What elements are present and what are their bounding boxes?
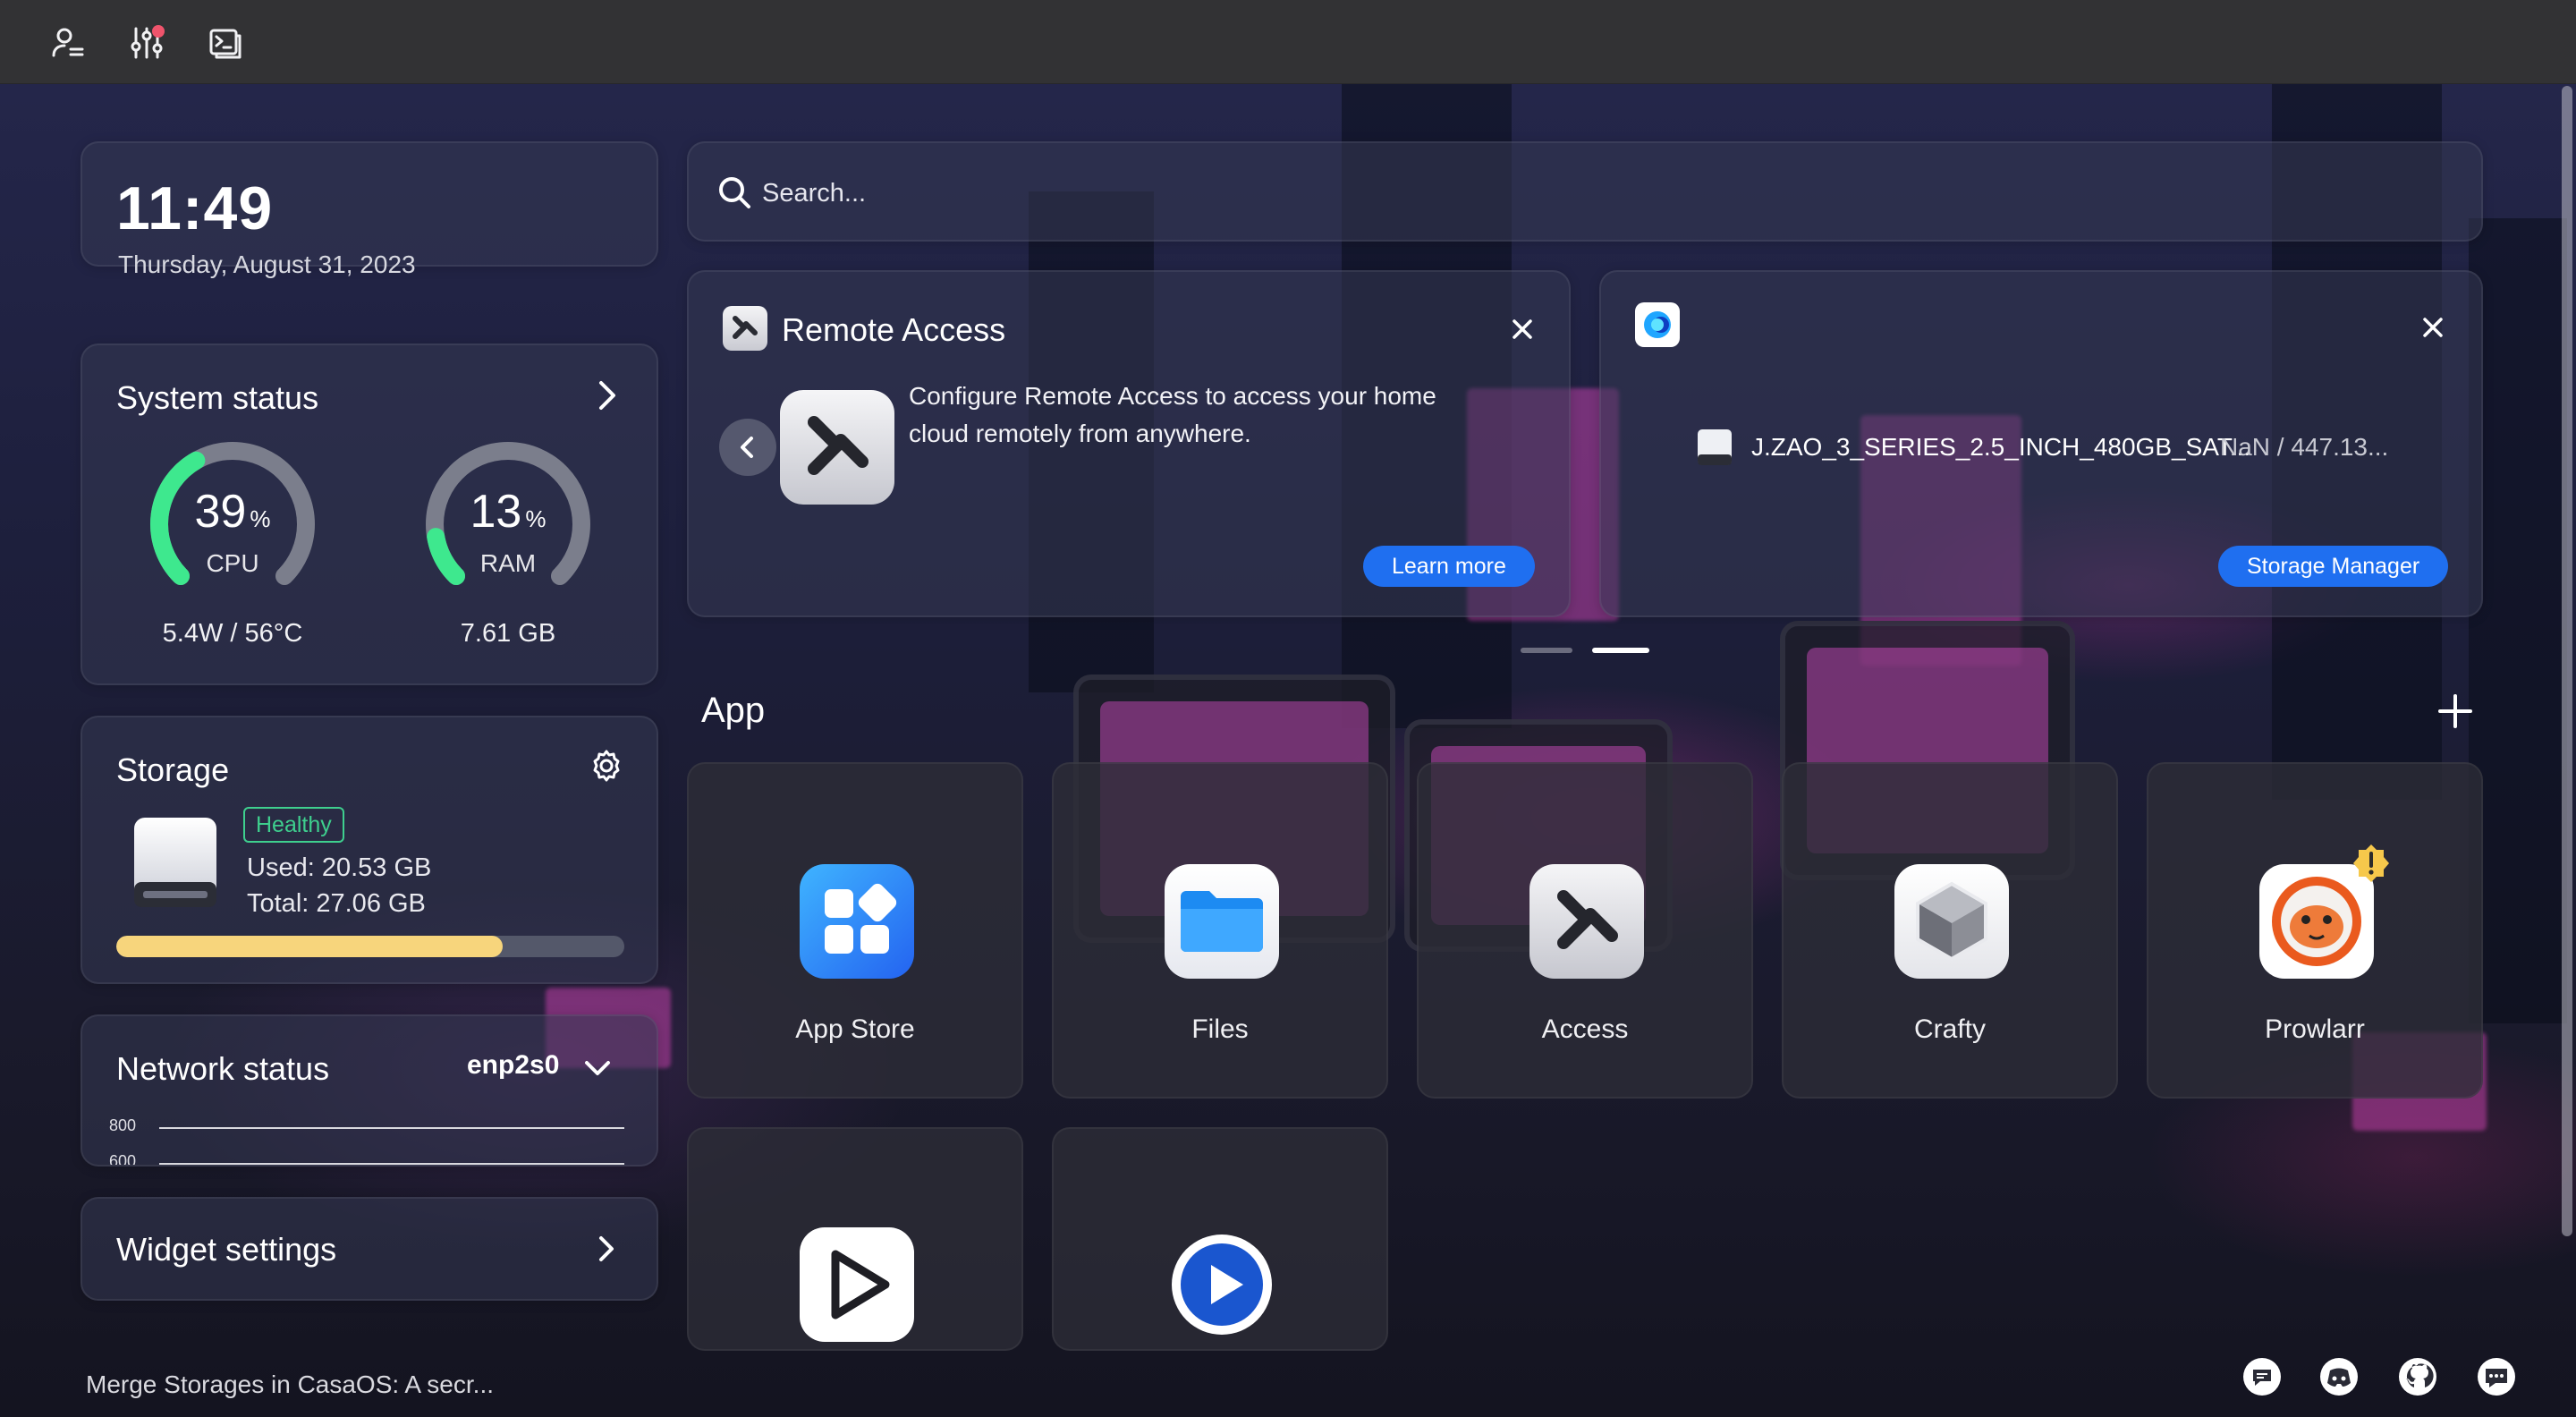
widget-settings-card[interactable]: Widget settings <box>80 1197 658 1301</box>
chevron-right-icon[interactable] <box>589 378 624 413</box>
app-store-icon <box>800 864 914 979</box>
storage-usage-bar <box>116 936 624 957</box>
cpu-gauge: 39% CPU <box>143 435 322 614</box>
ram-detail: 7.61 GB <box>460 619 556 648</box>
discord-icon[interactable] <box>2318 1356 2360 1397</box>
system-status-widget: System status 39% CPU 5.4W / 56°C 13% RA… <box>80 344 658 685</box>
disk-name: J.ZAO_3_SERIES_2.5_INCH_480GB_SAT... <box>1751 433 2251 461</box>
warning-badge-icon <box>2351 843 2392 884</box>
app-label: Crafty <box>1913 1014 1986 1044</box>
system-status-title: System status <box>116 379 319 416</box>
clock-date: Thursday, August 31, 2023 <box>118 250 416 278</box>
disk-icon <box>1696 428 1733 467</box>
storage-manager-card: J.ZAO_3_SERIES_2.5_INCH_480GB_SAT... NaN… <box>1599 270 2483 617</box>
app-tile-files[interactable]: Files <box>1052 762 1388 1099</box>
add-app-icon[interactable] <box>2435 691 2476 732</box>
news-ticker[interactable]: Merge Storages in CasaOS: A secr... <box>86 1370 494 1399</box>
clock-widget: 11:49 Thursday, August 31, 2023 <box>80 141 658 278</box>
gear-icon[interactable] <box>589 748 624 784</box>
network-axis-label: 800 <box>109 1116 137 1134</box>
close-icon[interactable] <box>1506 313 1538 345</box>
feedback-icon[interactable] <box>2476 1356 2517 1397</box>
disk-icon <box>129 814 222 911</box>
files-folder-icon <box>1165 864 1279 979</box>
terminal-icon[interactable] <box>204 21 247 64</box>
storage-used: Used: 20.53 GB <box>247 853 432 882</box>
learn-more-button[interactable]: Learn more <box>1363 546 1535 587</box>
app-tile-player[interactable] <box>687 1127 1023 1351</box>
storage-widget: Storage Healthy Used: 20.53 GB Total: 27… <box>80 716 658 984</box>
top-bar <box>0 0 2576 84</box>
network-title: Network status <box>116 1050 330 1087</box>
storage-manager-logo-icon <box>1635 302 1680 347</box>
clock-time: 11:49 <box>116 174 274 242</box>
play-triangle-icon <box>800 1227 914 1342</box>
remote-access-card: Remote Access Configure Remote Access to… <box>687 270 1571 617</box>
storage-manager-button[interactable]: Storage Manager <box>2218 546 2449 587</box>
settings-sliders-icon[interactable] <box>125 21 168 64</box>
cpu-percent: 39% <box>194 486 271 538</box>
cpu-detail: 5.4W / 56°C <box>162 619 303 648</box>
access-app-icon <box>1530 864 1644 979</box>
carousel-indicator[interactable] <box>1521 648 1572 653</box>
network-axis-label: 600 <box>109 1152 137 1167</box>
network-widget: Network status enp2s0 800 600 <box>80 1014 658 1167</box>
storage-total: Total: 27.06 GB <box>247 889 426 918</box>
search-icon <box>716 174 753 211</box>
app-label: App Store <box>795 1014 915 1044</box>
widget-settings-title: Widget settings <box>116 1231 337 1268</box>
ram-label: RAM <box>479 549 537 577</box>
app-label: Access <box>1541 1014 1629 1044</box>
carousel-indicator-active[interactable] <box>1592 648 1649 653</box>
app-tile-media[interactable] <box>1052 1127 1388 1351</box>
account-icon[interactable] <box>47 21 89 64</box>
play-circle-icon <box>1165 1227 1279 1342</box>
notification-dot <box>152 25 165 38</box>
app-label: Prowlarr <box>2265 1014 2365 1044</box>
health-badge: Healthy <box>243 807 344 843</box>
chevron-down-icon[interactable] <box>580 1050 615 1086</box>
github-icon[interactable] <box>2397 1356 2438 1397</box>
remote-access-logo-icon <box>723 306 767 351</box>
cpu-label: CPU <box>206 549 259 577</box>
storage-usage-fill <box>116 936 503 957</box>
app-label: Files <box>1191 1014 1249 1044</box>
network-gridline <box>159 1163 624 1165</box>
apps-title: App <box>701 691 766 730</box>
storage-title: Storage <box>116 751 230 788</box>
disk-usage: NaN / 447.13... <box>2220 433 2389 461</box>
carousel-prev-button[interactable] <box>719 419 776 476</box>
page-scrollbar[interactable] <box>2562 86 2572 1236</box>
app-tile-crafty[interactable]: Crafty <box>1782 762 2118 1099</box>
ram-percent: 13% <box>470 486 547 538</box>
chevron-right-icon[interactable] <box>589 1231 624 1267</box>
network-gridline <box>159 1127 624 1129</box>
chat-bubble-icon[interactable] <box>2241 1356 2283 1397</box>
close-icon[interactable] <box>2417 311 2449 344</box>
network-interface-select[interactable]: enp2s0 <box>467 1050 559 1081</box>
remote-access-title: Remote Access <box>782 311 1006 348</box>
remote-access-app-icon <box>780 390 894 505</box>
search-input[interactable] <box>762 168 2462 218</box>
search-bar[interactable] <box>687 141 2483 242</box>
app-tile-access[interactable]: Access <box>1417 762 1753 1099</box>
app-tile-app-store[interactable]: App Store <box>687 762 1023 1099</box>
app-tile-prowlarr[interactable]: Prowlarr <box>2147 762 2483 1099</box>
ram-gauge: 13% RAM <box>419 435 597 614</box>
remote-access-description: Configure Remote Access to access your h… <box>909 382 1436 447</box>
crafty-cube-icon <box>1894 864 2009 979</box>
